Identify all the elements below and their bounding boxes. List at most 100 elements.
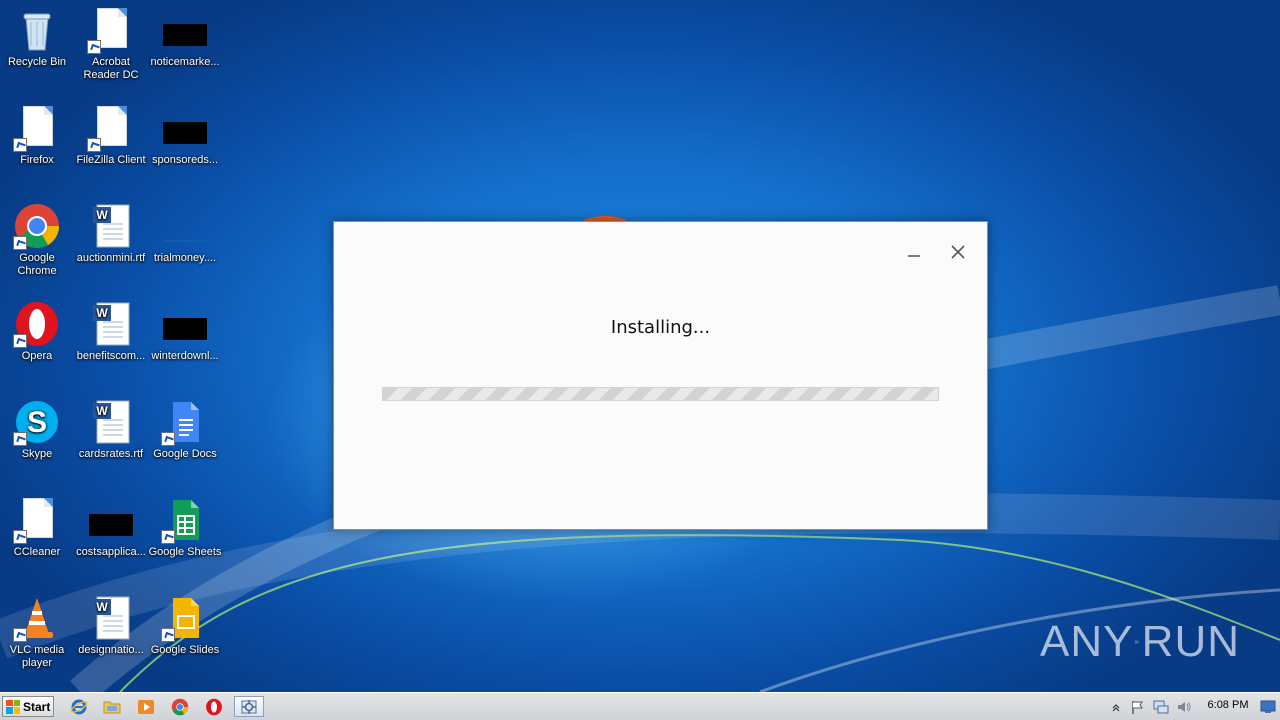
- chrome-icon: [171, 698, 189, 715]
- blacked-out-file-icon: [87, 496, 135, 544]
- desktop-icon-label: Skype: [21, 448, 53, 460]
- desktop-icon-firefox[interactable]: Firefox: [0, 104, 74, 167]
- desktop-icon-label: costsapplica...: [76, 546, 146, 558]
- play-logo-icon: [1136, 640, 1140, 644]
- desktop-icon-trialmoney[interactable]: trialmoney....: [148, 202, 222, 265]
- monitor-icon: [1260, 700, 1276, 713]
- blacked-out-file-icon: [161, 104, 209, 152]
- desktop-icon-skype[interactable]: S Skype: [0, 398, 74, 461]
- desktop-icon-google-chrome[interactable]: Google Chrome: [0, 202, 74, 278]
- desktop-icon-label: sponsoreds...: [151, 154, 219, 166]
- desktop-icon-label: Firefox: [20, 154, 54, 166]
- blacked-out-file-icon: [161, 6, 209, 54]
- desktop-icon-recycle-bin[interactable]: Recycle Bin: [0, 6, 74, 69]
- desktop-icon-label: trialmoney....: [153, 252, 217, 264]
- start-button[interactable]: Start: [2, 696, 54, 717]
- chevron-up-icon: [1112, 704, 1120, 712]
- word-document-icon: W: [87, 594, 135, 642]
- flag-icon: [1132, 701, 1143, 714]
- folder-icon: [103, 701, 121, 713]
- desktop-icon-label: noticemarke...: [150, 56, 220, 68]
- opera-icon: [13, 300, 61, 348]
- desktop-icon-label: Google Slides: [150, 644, 220, 656]
- taskbar-opera[interactable]: [203, 696, 225, 717]
- internet-explorer-icon: [70, 699, 88, 714]
- show-desktop-button[interactable]: [1258, 695, 1278, 718]
- network-tray[interactable]: [1151, 697, 1171, 717]
- taskbar-media-player[interactable]: [135, 696, 157, 717]
- desktop-icon-label: Google Docs: [153, 448, 217, 460]
- desktop-icon-label: auctionmini.rtf: [76, 252, 146, 264]
- desktop-icon-label: cardsrates.rtf: [78, 448, 144, 460]
- close-button[interactable]: [942, 236, 974, 268]
- desktop-icon-label: Google Chrome: [17, 252, 57, 277]
- desktop-icon-costsapplica[interactable]: costsapplica...: [74, 496, 148, 559]
- taskbar-chrome[interactable]: [169, 696, 191, 717]
- installer-icon: [241, 699, 257, 714]
- shortcut-file-icon: [87, 104, 135, 152]
- word-document-icon: W: [87, 202, 135, 250]
- desktop-icon-designnatio[interactable]: W designnatio...: [74, 594, 148, 657]
- desktop-icon-label: Opera: [21, 350, 53, 362]
- blank-file-icon: [161, 202, 209, 250]
- desktop-icon-label: Recycle Bin: [7, 56, 67, 68]
- taskbar-file-explorer[interactable]: [101, 696, 123, 717]
- svg-text:W: W: [96, 306, 108, 320]
- desktop-icon-label: designnatio...: [78, 644, 144, 656]
- word-document-icon: W: [87, 300, 135, 348]
- shortcut-file-icon: [13, 496, 61, 544]
- desktop-icon-vlc[interactable]: VLC media player: [0, 594, 74, 670]
- speaker-icon: [1178, 702, 1191, 712]
- action-center-tray[interactable]: [1128, 697, 1148, 717]
- taskbar-internet-explorer[interactable]: [68, 696, 90, 717]
- shortcut-file-icon: [87, 6, 135, 54]
- taskbar-clock[interactable]: 6:08 PM: [1196, 699, 1260, 711]
- svg-text:S: S: [27, 406, 47, 439]
- word-document-icon: W: [87, 398, 135, 446]
- desktop-icon-google-docs[interactable]: Google Docs: [148, 398, 222, 461]
- google-slides-icon: [161, 594, 209, 642]
- svg-text:W: W: [96, 404, 108, 418]
- desktop-icon-benefitscom[interactable]: W benefitscom...: [74, 300, 148, 363]
- watermark-text-right: RUN: [1141, 617, 1240, 666]
- desktop-icon-filezilla[interactable]: FileZilla Client: [74, 104, 148, 167]
- minimize-button[interactable]: [898, 236, 930, 268]
- installer-window: Installing...: [333, 221, 988, 530]
- desktop-icon-opera[interactable]: Opera: [0, 300, 74, 363]
- installing-status-text: Installing...: [610, 317, 711, 338]
- minimize-icon: [908, 255, 920, 257]
- windows-logo-icon: [6, 699, 20, 714]
- vlc-cone-icon: [13, 594, 61, 642]
- skype-icon: S: [13, 398, 61, 446]
- chrome-icon: [13, 202, 61, 250]
- desktop-icon-ccleaner[interactable]: CCleaner: [0, 496, 74, 559]
- desktop-icon-winterdownl[interactable]: winterdownl...: [148, 300, 222, 363]
- desktop-icon-label: Acrobat Reader DC: [83, 56, 139, 81]
- volume-tray[interactable]: [1174, 697, 1194, 717]
- taskbar-installer[interactable]: [234, 696, 264, 717]
- desktop-icon-label: benefitscom...: [76, 350, 146, 362]
- recycle-bin-icon: [13, 6, 61, 54]
- svg-text:W: W: [96, 208, 108, 222]
- desktop-icon-google-sheets[interactable]: Google Sheets: [148, 496, 222, 559]
- blacked-out-file-icon: [161, 300, 209, 348]
- desktop-icon-sponsoreds[interactable]: sponsoreds...: [148, 104, 222, 167]
- opera-icon: [206, 698, 222, 715]
- desktop-icon-acrobat-reader[interactable]: Acrobat Reader DC: [74, 6, 148, 82]
- desktop-icon-cardsrates[interactable]: W cardsrates.rtf: [74, 398, 148, 461]
- desktop-icon-label: CCleaner: [13, 546, 61, 558]
- desktop-icon-auctionmini[interactable]: W auctionmini.rtf: [74, 202, 148, 265]
- install-progress-bar: [382, 387, 939, 401]
- desktop-icon-noticemarke[interactable]: noticemarke...: [148, 6, 222, 69]
- shortcut-file-icon: [13, 104, 61, 152]
- close-icon: [951, 245, 965, 259]
- svg-text:W: W: [96, 600, 108, 614]
- desktop-icon-label: FileZilla Client: [76, 154, 146, 166]
- anyrun-watermark: ANY RUN: [1040, 612, 1240, 672]
- taskbar: Start 6:08 PM: [0, 692, 1280, 720]
- watermark-text-left: ANY: [1040, 617, 1134, 666]
- show-hidden-icons-button[interactable]: [1106, 697, 1126, 717]
- install-progress-fill: [383, 388, 938, 400]
- desktop-icon-label: winterdownl...: [151, 350, 219, 362]
- desktop-icon-google-slides[interactable]: Google Slides: [148, 594, 222, 657]
